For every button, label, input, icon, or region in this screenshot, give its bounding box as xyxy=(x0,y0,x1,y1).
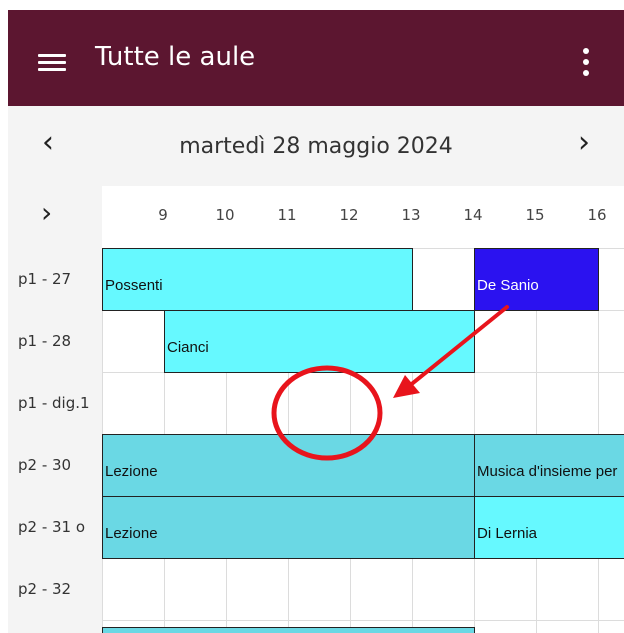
annotation-circle xyxy=(271,365,383,461)
annotation-arrow-line xyxy=(406,305,509,389)
annotation-overlay xyxy=(271,305,509,461)
